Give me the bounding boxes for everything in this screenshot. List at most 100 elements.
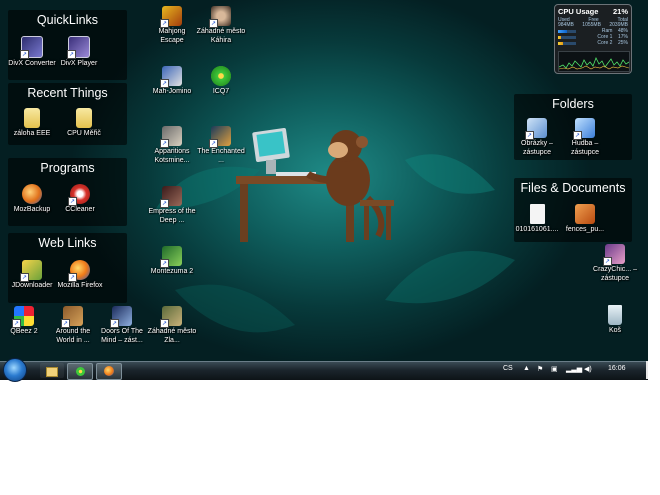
gadget-title: CPU Usage — [558, 7, 599, 16]
game-icon: ↗ — [603, 244, 625, 266]
game-icon: ↗ — [160, 6, 182, 28]
game-icon: ↗ — [160, 126, 182, 148]
game-icon: ↗ — [209, 126, 231, 148]
desktop-icon-jdownloader[interactable]: ↗ JDownloader — [6, 260, 58, 291]
icon-label: ICQ7 — [212, 88, 230, 95]
desktop-icon-the-enchanted[interactable]: ↗ The Enchanted ... — [195, 126, 247, 165]
desktop-icon-zahadne-mesto-zla[interactable]: ↗ Záhadné město Zla... — [146, 306, 198, 345]
desktop-icon-divx-converter[interactable]: ↗ DivX Converter — [6, 36, 58, 69]
screen-margin — [648, 0, 660, 379]
desktop-icon-mah-jomino[interactable]: ↗ Mah-Jomino — [146, 66, 198, 97]
game-icon: ↗ — [110, 306, 132, 328]
icon-label: 010161061.... — [515, 226, 559, 233]
desktop-icon-montezuma-2[interactable]: ↗ Montezuma 2 — [146, 246, 198, 277]
core2-row: Core 2 25% — [558, 40, 628, 46]
desktop-icon-recycle-bin[interactable]: Koš — [589, 305, 641, 336]
icon-label: Záhadné město Káhira — [196, 28, 246, 44]
game-icon: ↗ — [61, 306, 83, 328]
action-center-flag-icon[interactable]: ⚑ — [537, 365, 543, 373]
game-icon: ↗ — [209, 6, 231, 28]
icon-label: záloha EEE — [13, 130, 51, 137]
desktop-icon-ccleaner[interactable]: ↗ CCleaner — [54, 184, 106, 215]
icon-label: Mah-Jomino — [152, 88, 192, 95]
icon-label: DivX Converter — [8, 60, 56, 67]
fence-title: Files & Documents — [520, 181, 626, 195]
desktop-icon-fences-pu[interactable]: fences_pu... — [559, 204, 611, 235]
pictures-folder-icon: ↗ — [525, 118, 547, 140]
fence-title: Folders — [552, 97, 594, 111]
desktop-icon-cpu-meric[interactable]: CPU Měřič — [58, 108, 110, 139]
volume-speaker-icon[interactable]: ◀) — [584, 365, 592, 373]
divx-player-icon: ↗ — [67, 36, 90, 59]
gadget-percent: 21% — [612, 7, 628, 16]
monkey-computer-wallpaper — [236, 128, 394, 242]
taskbar-icq-button[interactable] — [67, 363, 93, 380]
icon-label: Empress of the Deep ... — [148, 208, 196, 224]
clock[interactable]: 16:06 — [608, 365, 626, 372]
desktop-icon-file-010161061[interactable]: 010161061.... — [511, 204, 563, 235]
firefox-icon — [104, 366, 114, 376]
jdownloader-icon: ↗ — [20, 260, 42, 282]
icon-label: CPU Měřič — [67, 130, 101, 137]
desktop-icon-mozbackup[interactable]: MozBackup — [6, 184, 58, 215]
tray-app-icon[interactable]: ▣ — [551, 365, 558, 373]
desktop-icon-around-the-world[interactable]: ↗ Around the World in ... — [47, 306, 99, 345]
desktop-icon-apparitions[interactable]: ↗ Apparitions Kotsmine... — [146, 126, 198, 165]
icon-label: MozBackup — [13, 206, 51, 213]
icon-label: CCleaner — [65, 206, 95, 213]
language-indicator[interactable]: CS — [503, 365, 513, 372]
desktop-icon-crazychic[interactable]: ↗ CrazyChic... – zástupce — [589, 244, 641, 283]
icon-label: Mahjong Escape — [158, 28, 186, 44]
icon-label: Doors Of The Mind – zást... — [101, 328, 143, 344]
icq-flower-icon — [211, 66, 231, 86]
desktop-icon-hudba[interactable]: ↗ Hudba – zástupce — [559, 118, 611, 157]
recycle-bin-icon — [608, 305, 622, 325]
icon-label: Mozilla Firefox — [57, 282, 103, 289]
folder-icon — [24, 108, 40, 128]
desktop-icon-qbeez[interactable]: ↗ QBeez 2 — [0, 306, 50, 337]
desktop: QuickLinks Recent Things Programs Web Li… — [0, 0, 648, 361]
fence-title: Programs — [40, 161, 95, 175]
taskbar-explorer-button[interactable] — [40, 363, 64, 378]
icon-label: Koš — [608, 327, 622, 334]
game-icon: ↗ — [160, 246, 182, 268]
game-icon: ↗ — [160, 66, 182, 88]
core2-label: Core 2 — [597, 40, 613, 46]
fence-title: Recent Things — [27, 86, 108, 100]
desktop-icon-obrazky[interactable]: ↗ Obrázky – zástupce — [511, 118, 563, 157]
cpu-history-graph — [558, 51, 630, 72]
icon-label: DivX Player — [60, 60, 98, 67]
icq-flower-icon — [75, 367, 85, 376]
game-icon: ↗ — [160, 186, 182, 208]
icon-label: The Enchanted ... — [197, 148, 245, 164]
icon-label: JDownloader — [11, 282, 53, 289]
qbeez-icon: ↗ — [12, 306, 34, 328]
desktop-icon-mozilla-firefox[interactable]: ↗ Mozilla Firefox — [54, 260, 106, 291]
desktop-icon-divx-player[interactable]: ↗ DivX Player — [53, 36, 105, 69]
taskbar: CS ▲ ⚑ ▣ ▂▃▅ ◀) 16:06 — [0, 358, 648, 382]
mozbackup-icon — [22, 184, 42, 204]
folder-icon — [76, 108, 92, 128]
fence-title: QuickLinks — [36, 13, 99, 27]
start-button[interactable] — [3, 358, 27, 382]
divx-icon: ↗ — [20, 36, 43, 59]
network-signal-icon[interactable]: ▂▃▅ — [566, 365, 582, 373]
fence-title: Web Links — [38, 236, 97, 250]
cpu-usage-gadget[interactable]: CPU Usage 21% Used Free Total 984MB 1055… — [554, 4, 632, 74]
cpu-graph-svg — [558, 57, 630, 70]
taskbar-firefox-button[interactable] — [96, 363, 122, 380]
icon-label: Záhadné město Zla... — [147, 328, 197, 344]
desktop-icon-mahjong-escape[interactable]: ↗ Mahjong Escape — [146, 6, 198, 45]
desktop-icon-icq7[interactable]: ICQ7 — [195, 66, 247, 97]
firefox-icon: ↗ — [68, 260, 90, 282]
music-folder-icon: ↗ — [573, 118, 595, 140]
document-icon — [529, 204, 545, 224]
icon-label: Obrázky – zástupce — [521, 140, 553, 156]
core2-percent: 25% — [617, 40, 628, 46]
show-hidden-icons-chevron-icon[interactable]: ▲ — [523, 365, 530, 372]
icon-label: Around the World in ... — [55, 328, 91, 344]
desktop-icon-zahadne-mesto-kahira[interactable]: ↗ Záhadné město Káhira — [195, 6, 247, 45]
desktop-icon-empress-of-the-deep[interactable]: ↗ Empress of the Deep ... — [146, 186, 198, 225]
desktop-icon-zaloha-eee[interactable]: záloha EEE — [6, 108, 58, 139]
desktop-icon-doors-of-the-mind[interactable]: ↗ Doors Of The Mind – zást... — [96, 306, 148, 345]
